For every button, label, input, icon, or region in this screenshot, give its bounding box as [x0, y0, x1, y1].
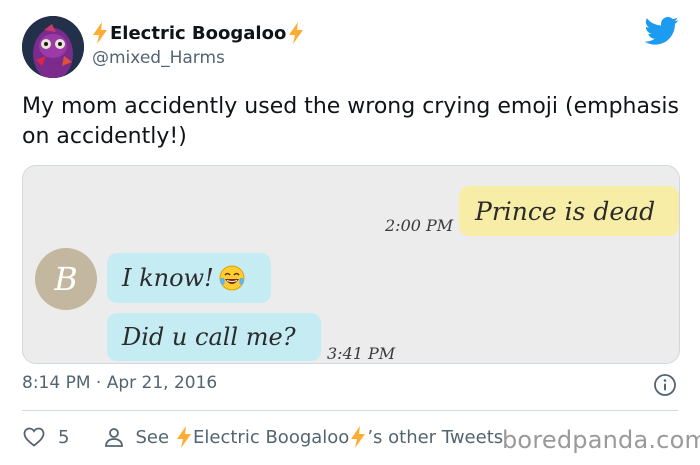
message-text: Prince is dead [475, 196, 656, 226]
divider [22, 410, 678, 411]
message-text: I know! [122, 264, 214, 292]
message-bubble-received: I know! [107, 253, 271, 303]
contact-avatar: B [35, 248, 97, 310]
like-count[interactable]: 5 [58, 427, 69, 448]
message-time: 3:41 PM [327, 344, 396, 363]
lightning-bolt-icon [177, 426, 192, 448]
see-suffix: ’s other Tweets [367, 426, 504, 448]
lightning-bolt-icon [93, 22, 107, 44]
message-bubble-received: Did u call me? [107, 313, 321, 361]
watermark: boredpanda.com [502, 426, 700, 454]
heart-icon[interactable] [22, 425, 46, 449]
info-icon[interactable] [653, 373, 677, 397]
contact-initial: B [54, 260, 78, 298]
twitter-bird-icon[interactable] [645, 16, 679, 46]
avatar[interactable] [22, 16, 84, 78]
tweet-image[interactable]: 2:00 PM Prince is dead B I know! Did u c… [22, 165, 680, 364]
see-author-name: Electric Boogaloo [193, 426, 350, 448]
lightning-bolt-icon [351, 426, 366, 448]
person-icon[interactable] [103, 426, 125, 448]
author-name-row[interactable]: Electric Boogaloo [92, 20, 304, 46]
see-prefix: See [135, 426, 170, 448]
lightning-bolt-icon [289, 22, 304, 44]
message-text: Did u call me? [122, 323, 296, 351]
message-time: 2:00 PM [385, 216, 454, 235]
author-display-name[interactable]: Electric Boogaloo [110, 23, 286, 44]
avatar-image [22, 16, 84, 78]
author-handle[interactable]: @mixed_Harms [92, 48, 225, 68]
tweet-text: My mom accidently used the wrong crying … [22, 94, 679, 149]
see-other-tweets-link[interactable]: See Electric Boogaloo ’s other Tweets [135, 426, 503, 448]
tears-of-joy-emoji-icon [219, 265, 245, 291]
tweet-timestamp[interactable]: 8:14 PM · Apr 21, 2016 [22, 373, 217, 393]
message-bubble-sent: Prince is dead [459, 186, 679, 236]
